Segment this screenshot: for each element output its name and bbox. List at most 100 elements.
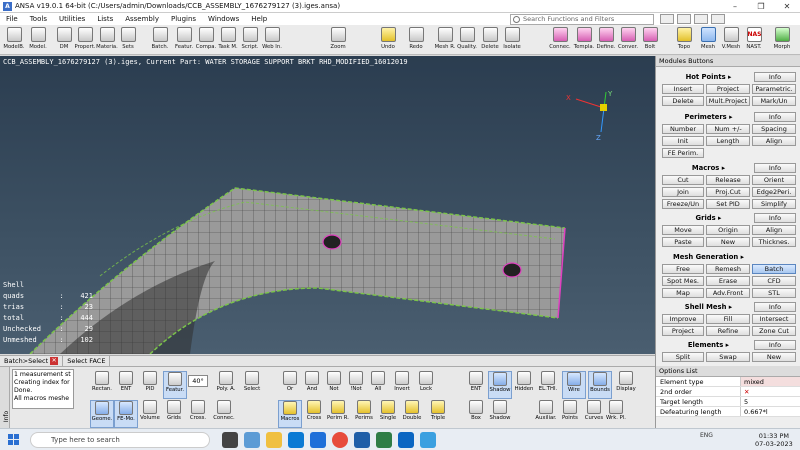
taskbar-clock[interactable]: 01:33 PM 07-03-2023 <box>755 432 793 448</box>
align-perimeter-button[interactable]: Align <box>752 136 796 146</box>
mesh-repair-button[interactable]: Mesh R. <box>433 26 457 54</box>
num-plus-minus-button[interactable]: Num +/- <box>706 124 750 134</box>
close-icon[interactable]: ✕ <box>50 357 59 365</box>
thickness-button[interactable]: Thicknes. <box>752 237 796 247</box>
option-row[interactable]: 2nd order ✕ <box>656 387 800 397</box>
widgets-icon[interactable] <box>244 432 260 448</box>
edge2peri-button[interactable]: Edge2Peri. <box>752 187 796 197</box>
macros-info-button[interactable]: Info <box>754 163 796 173</box>
undo-button[interactable]: Undo <box>376 26 400 54</box>
points-button[interactable]: Points <box>558 400 582 428</box>
polygon-select-button[interactable]: Poly. A. <box>214 371 238 399</box>
perims-button[interactable]: Perims <box>352 400 376 428</box>
proj-cut-button[interactable]: Proj.Cut <box>706 187 750 197</box>
swap-button[interactable]: Swap <box>706 352 750 362</box>
nastran-button[interactable]: NAS NAST. <box>742 26 766 54</box>
grids-display-button[interactable]: Grids <box>162 400 186 428</box>
parametric-button[interactable]: Parametric. <box>752 84 796 94</box>
angle-input[interactable]: 40° <box>188 375 208 387</box>
volume-mesh-button[interactable]: V.Mesh <box>719 26 743 54</box>
settings-icon[interactable] <box>677 14 691 24</box>
menu-lists[interactable]: Lists <box>91 15 119 23</box>
file-explorer-icon[interactable] <box>266 432 282 448</box>
batch-mesh-button[interactable]: Batch <box>752 264 796 274</box>
bolt-button[interactable]: Bolt <box>638 26 662 54</box>
sets-button[interactable]: Sets <box>116 26 140 54</box>
auxiliaries-button[interactable]: Auxiliar. <box>534 400 558 428</box>
edge-browser-icon[interactable] <box>288 432 304 448</box>
free-button[interactable]: Free <box>662 264 704 274</box>
init-button[interactable]: Init <box>662 136 704 146</box>
menu-file[interactable]: File <box>0 15 24 23</box>
triple-button[interactable]: Triple <box>426 400 450 428</box>
bounds-mode-button[interactable]: Bounds <box>588 371 612 399</box>
close-button[interactable]: ✕ <box>774 2 800 11</box>
split-button[interactable]: Split <box>662 352 704 362</box>
task-view-icon[interactable] <box>222 432 238 448</box>
lock-button[interactable]: Lock <box>414 371 438 399</box>
delete-button[interactable]: Delete <box>478 26 502 54</box>
spacing-button[interactable]: Spacing <box>752 124 796 134</box>
menu-plugins[interactable]: Plugins <box>165 15 202 23</box>
not-button[interactable]: Not <box>322 371 346 399</box>
fill-button[interactable]: Fill <box>706 314 750 324</box>
convert-button[interactable]: Conver. <box>616 26 640 54</box>
macros-display-button[interactable]: Macros <box>278 400 302 428</box>
shadow-box-button[interactable]: Shadow <box>488 400 512 428</box>
help-icon[interactable] <box>694 14 708 24</box>
set-pid-button[interactable]: Set PID <box>706 199 750 209</box>
elements-info-button[interactable]: Info <box>754 340 796 350</box>
model-button[interactable]: Model. <box>26 26 50 54</box>
menu-utilities[interactable]: Utilities <box>53 15 91 23</box>
ent-display-button[interactable]: ENT <box>464 371 488 399</box>
modelbrowser-button[interactable]: ModelB. <box>2 26 26 54</box>
improve-button[interactable]: Improve <box>662 314 704 324</box>
menu-assembly[interactable]: Assembly <box>119 15 165 23</box>
rectangle-select-button[interactable]: Rectan. <box>90 371 114 399</box>
insert-button[interactable]: Insert <box>662 84 704 94</box>
perimeters-info-button[interactable]: Info <box>754 112 796 122</box>
geometry-button[interactable]: Geome. <box>90 400 114 428</box>
all-button[interactable]: All <box>366 371 390 399</box>
fe-model-button[interactable]: FE-Mo. <box>114 400 138 428</box>
freeze-button[interactable]: Freeze/Un <box>662 199 704 209</box>
length-button[interactable]: Length <box>706 136 750 146</box>
refine-button[interactable]: Refine <box>706 326 750 336</box>
morph-button[interactable]: Morph <box>770 26 794 54</box>
batch-select-status[interactable]: Batch>Select ✕ <box>0 356 64 366</box>
minimize-button[interactable]: – <box>722 2 748 11</box>
define-button[interactable]: Define. <box>594 26 618 54</box>
maximize-button[interactable]: ❐ <box>748 2 774 11</box>
single-button[interactable]: Single <box>376 400 400 428</box>
task-manager-button[interactable]: Task M. <box>216 26 240 54</box>
properties-button[interactable]: Propert. <box>73 26 97 54</box>
grids-info-button[interactable]: Info <box>754 213 796 223</box>
cfd-button[interactable]: CFD <box>752 276 796 286</box>
connections-button[interactable]: Connec. <box>548 26 572 54</box>
align-grid-button[interactable]: Align <box>752 225 796 235</box>
script-button[interactable]: Script. <box>238 26 262 54</box>
taskbar-search-input[interactable]: Type here to search <box>30 432 210 448</box>
paste-button[interactable]: Paste <box>662 237 704 247</box>
ansa-taskbar-icon[interactable] <box>420 432 436 448</box>
info-tab[interactable]: Info <box>0 367 10 429</box>
quality-button[interactable]: Quality. <box>455 26 479 54</box>
option-row[interactable]: Element type mixed <box>656 377 800 387</box>
isolate-button[interactable]: Isolate <box>500 26 524 54</box>
batch-button[interactable]: Batch. <box>148 26 172 54</box>
curves-button[interactable]: Curves <box>582 400 606 428</box>
system-tray[interactable]: ENG <box>700 432 713 439</box>
cut-button[interactable]: Cut <box>662 175 704 185</box>
or-button[interactable]: Or <box>278 371 302 399</box>
connections-display-button[interactable]: Connec. <box>212 400 236 428</box>
move-button[interactable]: Move <box>662 225 704 235</box>
new-element-button[interactable]: New <box>752 352 796 362</box>
zoom-button[interactable]: Zoom <box>326 26 350 54</box>
feature-button[interactable]: Featur. <box>172 26 196 54</box>
feature-select-button[interactable]: Featur. <box>163 371 187 399</box>
topo-button[interactable]: Topo <box>672 26 696 54</box>
orient-button[interactable]: Orient <box>752 175 796 185</box>
number-button[interactable]: Number <box>662 124 704 134</box>
display-options-button[interactable]: Display <box>614 371 638 399</box>
zone-cut-button[interactable]: Zone Cut <box>752 326 796 336</box>
